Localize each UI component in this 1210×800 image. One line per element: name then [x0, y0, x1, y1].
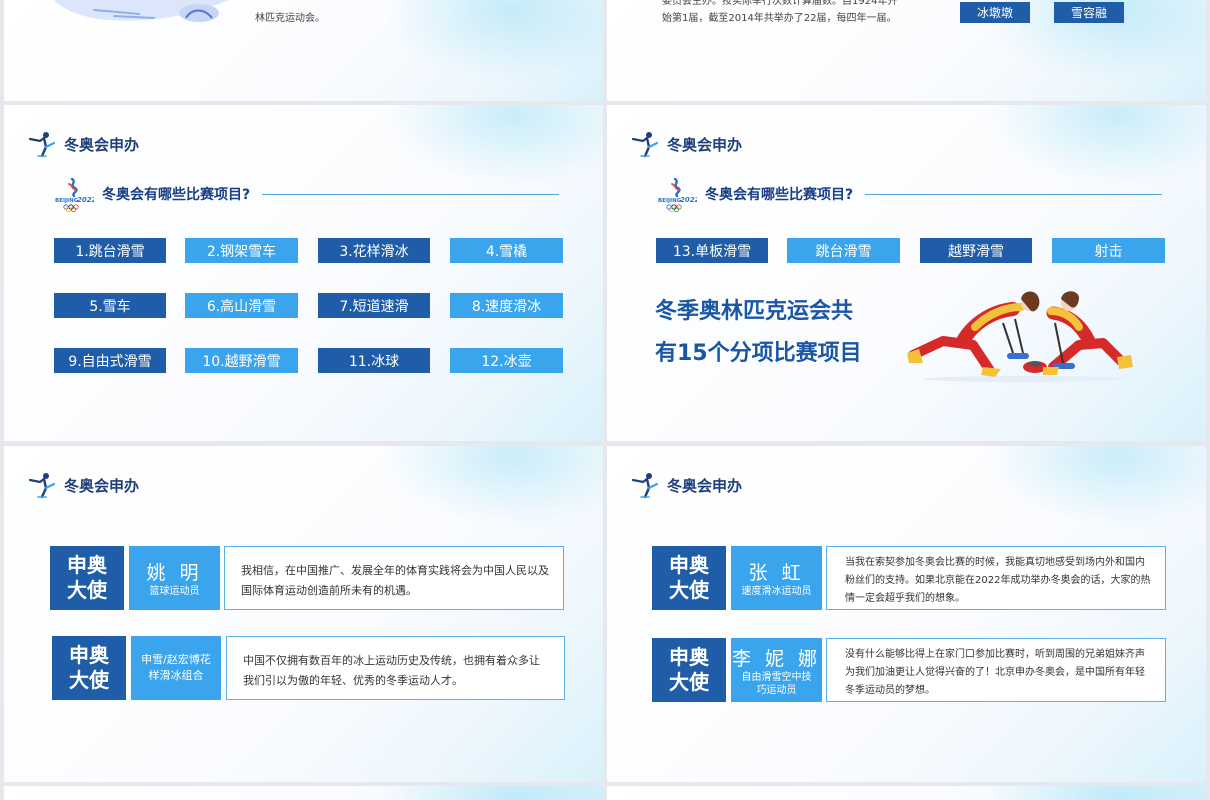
event-tag: 9.自由式滑雪	[54, 348, 166, 373]
ambassador-label: 申奥 大使	[652, 546, 726, 610]
events-summary-line-2: 有15个分项比赛项目	[655, 341, 862, 366]
slide-thumbnail-bottom-left[interactable]	[4, 786, 603, 800]
slide-thumbnail-ambassadors-1[interactable]: 冬奥会申办 申奥 大使 姚 明 篮球运动员 我相信，在中国推广、发展全年的体育实…	[4, 446, 603, 782]
event-tag: 越野滑雪	[920, 238, 1032, 263]
event-tag: 8.速度滑冰	[450, 293, 563, 318]
curling-players-illustration	[907, 291, 1133, 382]
ambassador-card: 李 妮 娜 自由滑雪空中技巧运动员	[731, 638, 822, 702]
event-tag: 12.冰壶	[450, 348, 563, 373]
ambassador-card: 申雪/赵宏博花样滑冰组合	[131, 636, 221, 700]
slide-header-title: 冬奥会申办	[667, 476, 743, 495]
event-tag: 1.跳台滑雪	[54, 238, 166, 263]
event-tag: 6.高山滑雪	[185, 293, 298, 318]
ambassador-quote: 没有什么能够比得上在家门口参加比赛时，听到周围的兄弟姐妹齐声为我们加油更让人觉得…	[826, 638, 1166, 702]
ambassador-role: 速度滑冰运动员	[741, 586, 812, 597]
ambassador-label: 申奥 大使	[50, 546, 124, 610]
ambassador-name: 姚 明	[146, 562, 203, 584]
ambassador-name: 李 妮 娜	[731, 647, 822, 670]
skater-logo-icon	[26, 129, 58, 159]
ambassador-card: 姚 明 篮球运动员	[129, 546, 220, 610]
skater-logo-icon	[26, 470, 58, 500]
ambassador-name: 张 虹	[748, 562, 805, 584]
events-summary-line-1: 冬季奥林匹克运会共	[655, 299, 854, 324]
slide-header-title: 冬奥会申办	[667, 135, 743, 154]
ambassador-label: 申奥 大使	[52, 636, 126, 700]
slide-header-title: 冬奥会申办	[64, 135, 140, 154]
event-tag: 7.短道速滑	[318, 293, 430, 318]
mascot-label-bingdwendwen: 冰墩墩	[960, 2, 1030, 23]
beijing-2022-emblem-icon	[54, 176, 94, 212]
ambassador-quote: 当我在索契参加冬奥会比赛的时候，我能真切地感受到场内外和国内粉丝们的支持。如果北…	[826, 546, 1166, 610]
slide-thumbnail-top-left[interactable]: 林匹克运动会。	[4, 0, 603, 101]
event-tag: 射击	[1052, 238, 1165, 263]
slide-header: 冬奥会申办	[26, 468, 139, 502]
slide-thumbnail-events-2[interactable]: 冬奥会申办 冬奥会有哪些比赛项目? 13.单板滑雪 跳台滑雪 越野滑雪 射击 冬…	[607, 105, 1206, 441]
events-question: 冬奥会有哪些比赛项目?	[705, 187, 854, 203]
section-heading: 冬奥会有哪些比赛项目?	[54, 177, 559, 211]
skater-logo-icon	[629, 129, 661, 159]
slide-thumbnail-ambassadors-2[interactable]: 冬奥会申办 申奥 大使 张 虹 速度滑冰运动员 当我在索契参加冬奥会比赛的时候，…	[607, 446, 1206, 782]
beijing-2022-emblem-icon	[657, 176, 697, 212]
ambassador-card: 张 虹 速度滑冰运动员	[731, 546, 822, 610]
ambassador-quote: 中国不仅拥有数百年的冰上运动历史及传统，也拥有着众多让我们引以为傲的年轻、优秀的…	[226, 636, 565, 700]
slide-header-title: 冬奥会申办	[64, 476, 140, 495]
event-tag: 5.雪车	[54, 293, 166, 318]
ambassador-role: 篮球运动员	[149, 586, 200, 597]
event-tag: 跳台滑雪	[787, 238, 900, 263]
history-text-line-1: 委员会主办。按实际举行次数计算届数。自1924年开	[662, 0, 898, 7]
winter-scene-illustration	[54, 0, 229, 22]
ambassador-role: 申雪/赵宏博花样滑冰组合	[141, 653, 211, 682]
event-tag: 10.越野滑雪	[185, 348, 298, 373]
event-tag: 11.冰球	[318, 348, 430, 373]
ambassador-role: 自由滑雪空中技巧运动员	[741, 671, 812, 696]
slide-header: 冬奥会申办	[629, 127, 742, 161]
ambassador-quote: 我相信，在中国推广、发展全年的体育实践将会为中国人民以及国际体育运动创造前所未有…	[224, 546, 564, 610]
event-tag: 4.雪橇	[450, 238, 563, 263]
skater-logo-icon	[629, 470, 661, 500]
events-question: 冬奥会有哪些比赛项目?	[102, 187, 251, 203]
heading-divider	[865, 193, 1162, 195]
event-tag: 3.花样滑冰	[318, 238, 430, 263]
section-heading: 冬奥会有哪些比赛项目?	[657, 177, 1162, 211]
history-text-line-2: 始第1届，截至2014年共举办了22届，每四年一届。	[662, 13, 897, 24]
event-tag: 13.单板滑雪	[656, 238, 768, 263]
slide-header: 冬奥会申办	[26, 127, 139, 161]
event-tag: 2.钢架雪车	[185, 238, 298, 263]
events-summary: 冬季奥林匹克运会共 有15个分项比赛项目	[655, 291, 862, 375]
heading-divider	[262, 193, 559, 195]
slide-thumbnail-events-1[interactable]: 冬奥会申办 冬奥会有哪些比赛项目? 1.跳台滑雪 2.钢架雪车 3.花样滑冰 4…	[4, 105, 603, 441]
mascot-label-shueyrhonrhon: 雪容融	[1054, 2, 1124, 23]
slide-header: 冬奥会申办	[629, 468, 742, 502]
ambassador-label: 申奥 大使	[652, 638, 726, 702]
slide-thumbnail-top-right[interactable]: 委员会主办。按实际举行次数计算届数。自1924年开 始第1届，截至2014年共举…	[607, 0, 1206, 101]
slide-thumbnail-bottom-right[interactable]	[607, 786, 1206, 800]
intro-text-fragment: 林匹克运动会。	[255, 13, 325, 24]
